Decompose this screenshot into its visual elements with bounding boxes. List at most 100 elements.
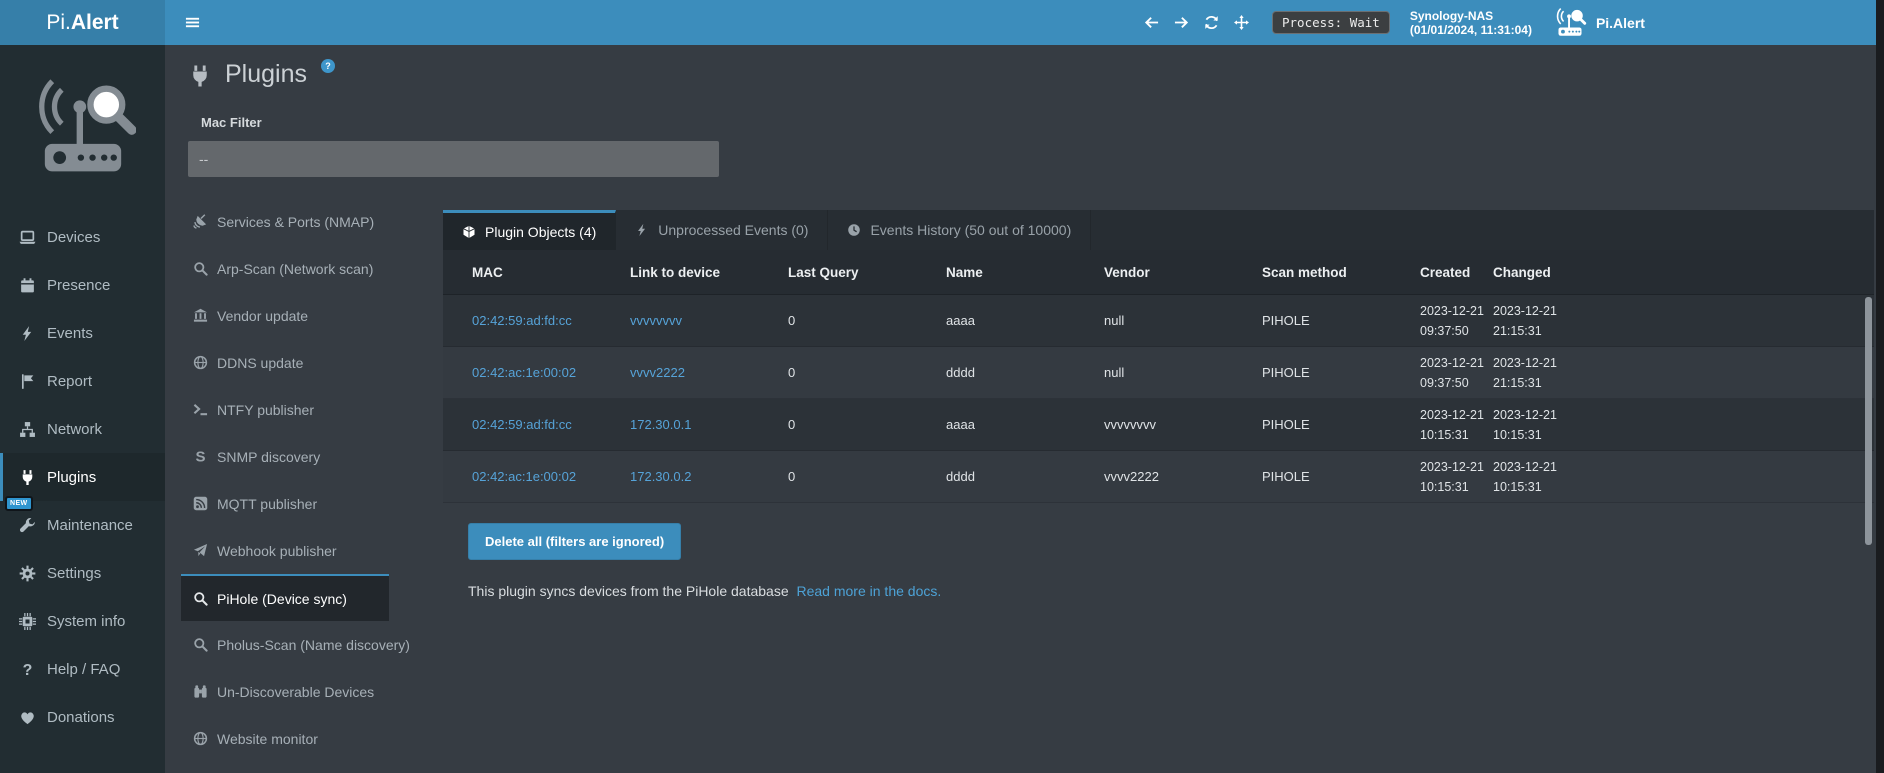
move-icon xyxy=(1234,15,1249,30)
main-content: Plugins ? Mac Filter Services & Ports (N… xyxy=(165,45,1884,773)
plugin-nav-item-webhook-publisher[interactable]: Webhook publisher xyxy=(181,527,389,574)
brand-prefix: Pi. xyxy=(46,11,71,35)
tab-unprocessed-events-0-[interactable]: Unprocessed Events (0) xyxy=(616,210,828,250)
delete-all-button[interactable]: Delete all (filters are ignored) xyxy=(468,523,681,560)
globe-icon xyxy=(193,355,208,370)
plugin-nav-item-website-monitor[interactable]: Website monitor xyxy=(181,715,389,762)
refresh-button[interactable] xyxy=(1196,0,1226,45)
mac-link[interactable]: 02:42:ac:1e:00:02 xyxy=(472,469,576,484)
nav-back-button[interactable] xyxy=(1136,0,1166,45)
gear-icon xyxy=(18,565,37,582)
page-title: Plugins ? xyxy=(188,59,335,89)
plugin-nav-label: Un-Discoverable Devices xyxy=(217,684,374,700)
plugin-description: This plugin syncs devices from the PiHol… xyxy=(468,583,1874,599)
plugin-nav-label: NTFY publisher xyxy=(217,402,314,418)
cell-changed: 2023-12-21 10:15:31 xyxy=(1493,405,1573,445)
sidebar-item-donations[interactable]: Donations xyxy=(0,693,165,741)
router-logo-icon xyxy=(30,76,136,182)
table-header-row: MACLink to deviceLast QueryNameVendorSca… xyxy=(443,250,1874,295)
cell-name: aaaa xyxy=(946,417,1104,432)
plugin-nav-item-ntfy-publisher[interactable]: NTFY publisher xyxy=(181,386,389,433)
cell-mac: 02:42:59:ad:fd:cc xyxy=(443,313,630,328)
bank-icon xyxy=(193,308,208,323)
sidebar-item-label: Maintenance xyxy=(47,517,133,534)
nav-forward-button[interactable] xyxy=(1166,0,1196,45)
device-link[interactable]: vvvvvvvv xyxy=(630,313,682,328)
plugin-nav-item-snmp-discovery[interactable]: SSNMP discovery xyxy=(181,433,389,480)
sidebar-item-label: Presence xyxy=(47,277,110,294)
cell-created: 2023-12-21 10:15:31 xyxy=(1420,405,1493,445)
pialert-logo[interactable]: Pi.Alert xyxy=(0,0,165,45)
topbar-brand-label: Pi.Alert xyxy=(1596,15,1645,31)
chip-icon xyxy=(18,613,37,630)
plugin-nav-item-ddns-update[interactable]: DDNS update xyxy=(181,339,389,386)
new-badge: NEW xyxy=(5,496,33,511)
sidebar-menu: Devices Presence EventsReportNetworkPlugin… xyxy=(0,213,165,741)
svg-text:S: S xyxy=(195,449,205,464)
sidebar-item-report[interactable]: Report xyxy=(0,357,165,405)
sidebar-toggle-button[interactable] xyxy=(170,0,214,45)
tab-label: Events History (50 out of 10000) xyxy=(870,222,1071,238)
sidebar-item-label: System info xyxy=(47,613,125,630)
column-header-last-query[interactable]: Last Query xyxy=(788,265,946,280)
plugin-nav-item-pholus-scan-name-discovery-[interactable]: Pholus-Scan (Name discovery) xyxy=(181,621,389,668)
plugin-nav-item-arp-scan-network-scan-[interactable]: Arp-Scan (Network scan) xyxy=(181,245,389,292)
mac-link[interactable]: 02:42:ac:1e:00:02 xyxy=(472,365,576,380)
plugin-nav-label: PiHole (Device sync) xyxy=(217,591,347,607)
page-scrollbar-track[interactable] xyxy=(1876,0,1884,773)
device-link[interactable]: 172.30.0.1 xyxy=(630,417,691,432)
sidebar-item-events[interactable]: Events xyxy=(0,309,165,357)
plugin-nav-item-un-discoverable-devices[interactable]: Un-Discoverable Devices xyxy=(181,668,389,715)
column-header-mac[interactable]: MAC xyxy=(443,265,630,280)
docs-link[interactable]: Read more in the docs. xyxy=(797,583,942,599)
plugin-nav-item-pihole-device-sync-[interactable]: PiHole (Device sync) xyxy=(181,574,389,621)
cell-last-query: 0 xyxy=(788,365,946,380)
cell-vendor: null xyxy=(1104,313,1262,328)
paper-plane-icon xyxy=(193,543,208,558)
cell-link: vvvvvvvv xyxy=(630,313,788,328)
sidebar-item-presence[interactable]: Presence xyxy=(0,261,165,309)
table-scrollbar-thumb[interactable] xyxy=(1865,297,1872,545)
device-link[interactable]: 172.30.0.2 xyxy=(630,469,691,484)
column-header-created[interactable]: Created xyxy=(1420,265,1493,280)
sidebar-item-settings[interactable]: Settings xyxy=(0,549,165,597)
mac-link[interactable]: 02:42:59:ad:fd:cc xyxy=(472,417,572,432)
mac-filter-input[interactable] xyxy=(188,141,719,177)
host-info: Synology-NAS (01/01/2024, 11:31:04) xyxy=(1410,9,1532,37)
cell-scan-method: PIHOLE xyxy=(1262,417,1420,432)
column-header-scan-method[interactable]: Scan method xyxy=(1262,265,1420,280)
plugin-nav-label: MQTT publisher xyxy=(217,496,317,512)
clock-icon xyxy=(847,223,861,237)
plugin-nav-item-vendor-update[interactable]: Vendor update xyxy=(181,292,389,339)
mac-link[interactable]: 02:42:59:ad:fd:cc xyxy=(472,313,572,328)
search-icon xyxy=(193,637,208,652)
tab-label: Plugin Objects (4) xyxy=(485,224,596,240)
help-badge[interactable]: ? xyxy=(321,59,335,73)
router-logo-icon xyxy=(1552,7,1588,39)
column-header-name[interactable]: Name xyxy=(946,265,1104,280)
search-icon xyxy=(193,261,208,276)
brand-suffix: Alert xyxy=(71,11,119,35)
sidebar-item-help-faq[interactable]: ?Help / FAQ xyxy=(0,645,165,693)
bolt-icon xyxy=(18,325,37,342)
plugin-nav-item-mqtt-publisher[interactable]: MQTT publisher xyxy=(181,480,389,527)
cell-created: 2023-12-21 09:37:50 xyxy=(1420,301,1493,341)
plugin-nav-item-services-ports-nmap-[interactable]: Services & Ports (NMAP) xyxy=(181,198,389,245)
hamburger-icon xyxy=(185,15,200,30)
cell-link: vvvv2222 xyxy=(630,365,788,380)
sidebar-item-network[interactable]: Network xyxy=(0,405,165,453)
cell-link: 172.30.0.1 xyxy=(630,417,788,432)
sidebar-item-devices[interactable]: Devices xyxy=(0,213,165,261)
column-header-changed[interactable]: Changed xyxy=(1493,265,1573,280)
cell-vendor: vvvv2222 xyxy=(1104,469,1262,484)
column-header-link-to-device[interactable]: Link to device xyxy=(630,265,788,280)
plug-icon xyxy=(18,469,37,486)
sidebar-item-system-info[interactable]: System info xyxy=(0,597,165,645)
column-header-vendor[interactable]: Vendor xyxy=(1104,265,1262,280)
device-link[interactable]: vvvv2222 xyxy=(630,365,685,380)
tab-plugin-objects-4-[interactable]: Plugin Objects (4) xyxy=(443,210,616,250)
plugin-panel: Plugin Objects (4) Unprocessed Events (0)… xyxy=(443,210,1874,599)
fullscreen-move-button[interactable] xyxy=(1226,0,1256,45)
sidebar-item-plugins[interactable]: Plugins xyxy=(0,453,165,501)
tab-events-history-50-out-of-10000-[interactable]: Events History (50 out of 10000) xyxy=(828,210,1091,250)
